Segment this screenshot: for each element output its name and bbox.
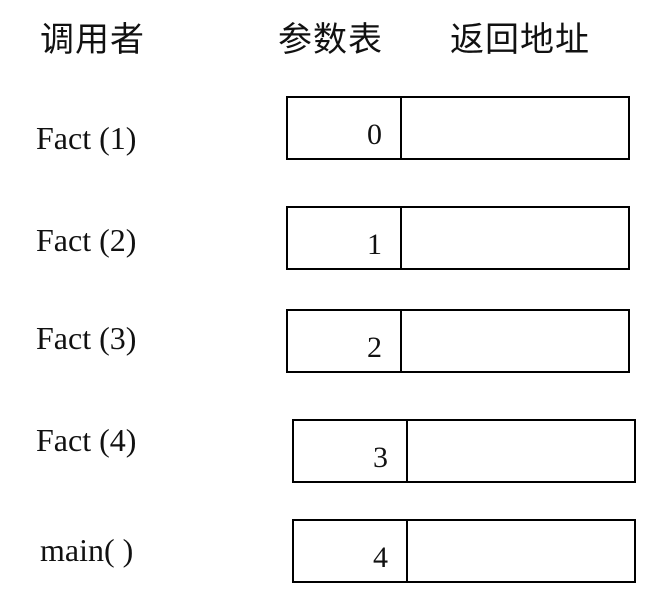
stack-frame: 3 (292, 419, 636, 483)
param-value: 4 (373, 541, 388, 574)
return-address-cell (402, 311, 628, 371)
caller-label: Fact (3) (36, 320, 137, 356)
caller-label: Fact (4) (36, 422, 137, 458)
return-address-cell (408, 421, 634, 481)
param-value: 3 (373, 441, 388, 474)
param-cell: 2 (288, 311, 402, 371)
param-value: 2 (367, 331, 382, 364)
header-caller: 调用者 (40, 20, 145, 60)
header-return-address: 返回地址 (450, 20, 590, 60)
param-cell: 1 (288, 208, 402, 268)
stack-frame: 2 (286, 309, 630, 373)
caller-label: Fact (1) (36, 120, 137, 156)
param-value: 1 (367, 228, 382, 261)
stack-frame: 1 (286, 206, 630, 270)
caller-label: main( ) (40, 532, 134, 568)
param-cell: 0 (288, 98, 402, 158)
stack-frame: 4 (292, 519, 636, 583)
param-value: 0 (367, 118, 382, 151)
caller-label: Fact (2) (36, 222, 137, 258)
return-address-cell (402, 98, 628, 158)
header-params: 参数表 (278, 20, 383, 60)
stack-frame: 0 (286, 96, 630, 160)
param-cell: 3 (294, 421, 408, 481)
param-cell: 4 (294, 521, 408, 581)
return-address-cell (408, 521, 634, 581)
return-address-cell (402, 208, 628, 268)
